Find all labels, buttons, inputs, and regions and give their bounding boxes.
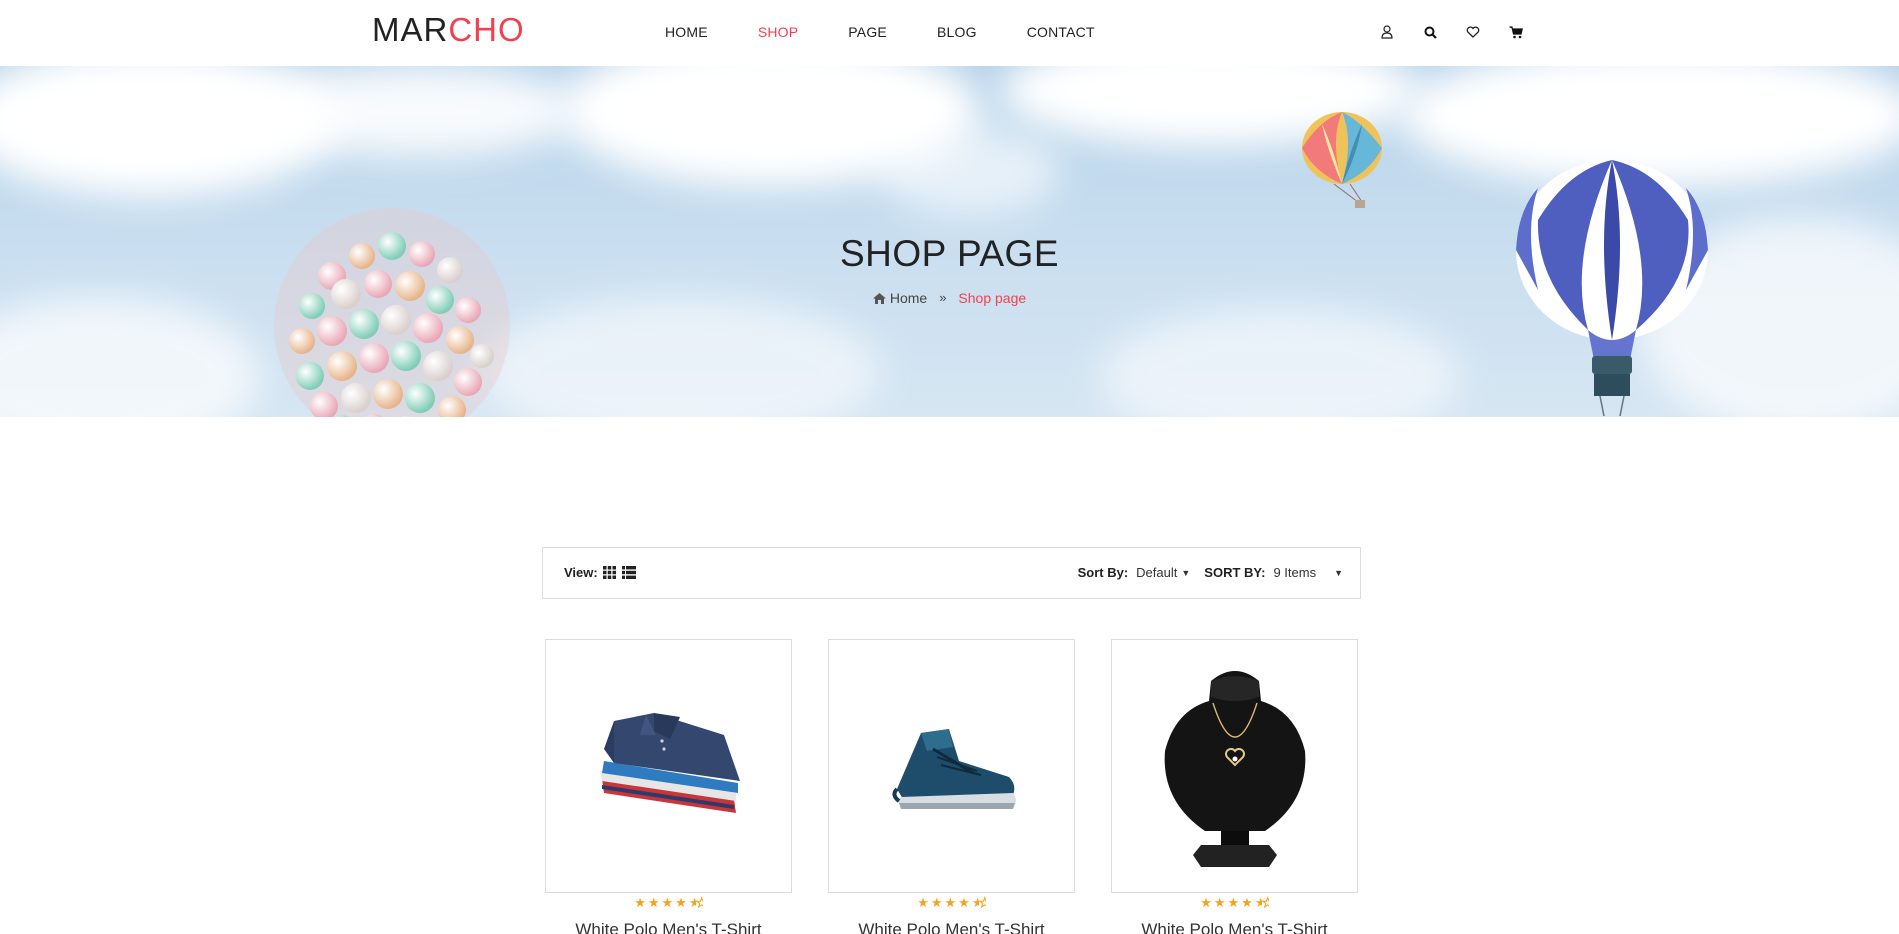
breadcrumb-current: Shop page [958, 290, 1027, 306]
blue-sneaker-image [891, 729, 1016, 809]
product-name[interactable]: White Polo Men's T-Shirt [1111, 919, 1358, 934]
grid-view-icon[interactable] [603, 566, 617, 580]
items-count-select[interactable]: 9 Items [1273, 565, 1316, 580]
product-card[interactable] [1111, 639, 1358, 893]
product-card[interactable] [545, 639, 792, 893]
page-banner: SHOP PAGE Home » Shop page [0, 66, 1899, 417]
logo[interactable]: MARCHO [372, 12, 525, 48]
caret-down-icon: ▼ [1181, 567, 1191, 578]
view-label: View: [564, 565, 598, 580]
necklace-on-bust-image [1164, 671, 1305, 867]
cloud [880, 126, 1060, 216]
product-image[interactable] [829, 640, 1074, 892]
product-rating: ★★★★★★ [1200, 895, 1269, 911]
logo-text-accent: CHO [448, 11, 525, 48]
double-chevron-right-icon: » [939, 290, 947, 305]
folded-polo-shirts-image [599, 713, 740, 813]
sort-controls: Sort By: Default ▼ SORT BY: 9 Items ▼ [1078, 565, 1343, 580]
nav-shop[interactable]: SHOP [758, 22, 798, 42]
main-nav: HOME SHOP PAGE BLOG CONTACT [665, 22, 1145, 42]
product-image[interactable] [1112, 640, 1357, 892]
logo-text-dark: MAR [372, 11, 449, 48]
caret-down-icon: ▼ [1334, 567, 1343, 578]
list-view-icon[interactable] [621, 566, 636, 580]
items-count-label: SORT BY: [1204, 565, 1266, 580]
product-name[interactable]: White Polo Men's T-Shirt [828, 919, 1075, 934]
site-header: MARCHO HOME SHOP PAGE BLOG CONTACT [0, 0, 1899, 66]
breadcrumb: Home » Shop page [0, 289, 1899, 307]
search-icon[interactable] [1420, 22, 1440, 42]
sort-by-label: Sort By: [1077, 565, 1129, 580]
heart-icon[interactable] [1463, 22, 1483, 42]
small-hot-air-balloon-illustration [1302, 112, 1382, 208]
product-name[interactable]: White Polo Men's T-Shirt [545, 919, 792, 934]
home-icon [872, 292, 886, 304]
product-rating: ★★★★★★ [634, 895, 703, 911]
header-icons [1377, 22, 1549, 42]
product-card[interactable] [828, 639, 1075, 893]
page-title: SHOP PAGE [839, 233, 1060, 274]
product-image[interactable] [546, 640, 791, 892]
cloud [1100, 306, 1460, 417]
cloud [260, 66, 580, 156]
nav-home[interactable]: HOME [665, 22, 708, 42]
breadcrumb-home-link[interactable]: Home [872, 289, 928, 307]
shop-toolbar: View: Sort By: Default ▼ SORT BY: 9 Item… [542, 547, 1361, 599]
cloud [0, 296, 260, 417]
nav-page[interactable]: PAGE [848, 22, 887, 42]
user-icon[interactable] [1377, 22, 1397, 42]
view-switcher: View: [564, 565, 636, 580]
product-rating: ★★★★★★ [917, 895, 986, 911]
sort-select[interactable]: Default [1136, 565, 1177, 580]
cart-icon[interactable] [1506, 22, 1526, 42]
breadcrumb-home-label: Home [889, 290, 928, 306]
nav-contact[interactable]: CONTACT [1027, 22, 1095, 42]
nav-blog[interactable]: BLOG [937, 22, 977, 42]
